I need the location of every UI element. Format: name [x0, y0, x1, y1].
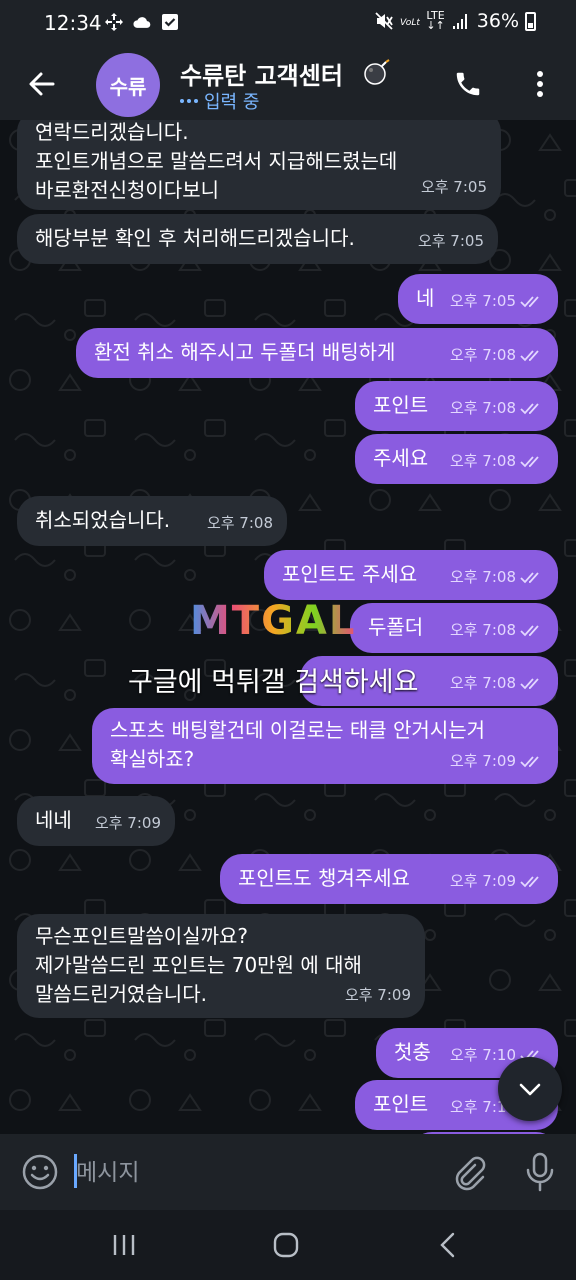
- message-time: 오후 7:08: [449, 452, 516, 470]
- message-time: 오후 7:05: [417, 232, 484, 250]
- emoji-icon[interactable]: [20, 1152, 60, 1192]
- lte-arrows: ↓↑: [426, 19, 445, 32]
- avatar[interactable]: 수류: [96, 53, 160, 117]
- message-text: 해당부분 확인 후 처리해드리겠습니다.: [35, 226, 355, 250]
- message-meta: 오후 7:09: [450, 867, 544, 896]
- arrow-left-icon: [29, 72, 55, 96]
- paperclip-icon[interactable]: [448, 1152, 488, 1192]
- double-check-icon: [520, 677, 539, 689]
- status-bar: 12:34 VoLte LTE ↓↑ 36%: [0, 0, 576, 48]
- bomb-icon: [364, 59, 390, 85]
- message-composer: [0, 1134, 576, 1210]
- message-time: 오후 7:05: [420, 178, 487, 196]
- message-meta: 오후 7:08: [450, 447, 544, 476]
- text-caret: [74, 1154, 77, 1188]
- message-meta: 오후 7:08: [450, 616, 544, 645]
- message-bubble[interactable]: 네 오후 7:05: [398, 274, 558, 324]
- message-time: 오후 7:08: [206, 514, 273, 532]
- message-time: 오후 7:08: [449, 674, 516, 692]
- svg-text:VoLte: VoLte: [400, 17, 420, 28]
- back-nav-button[interactable]: [428, 1228, 468, 1262]
- double-check-icon: [520, 875, 539, 887]
- message-bubble[interactable]: 주세요 오후 7:08: [355, 434, 558, 484]
- double-check-icon: [520, 624, 539, 636]
- message-meta: 오후 7:05: [450, 287, 544, 316]
- home-icon: [273, 1232, 299, 1258]
- message-time: 오후 7:08: [449, 621, 516, 639]
- nav-back-icon: [440, 1232, 455, 1258]
- more-options-button[interactable]: [520, 64, 560, 104]
- battery-percent: 36%: [476, 10, 519, 32]
- message-bubble[interactable]: 포인트도 챙겨주세요 오후 7:09: [220, 854, 558, 904]
- chevron-down-icon: [519, 1083, 541, 1096]
- status-right-icons: VoLte LTE ↓↑ 36%: [374, 10, 536, 32]
- message-time: 오후 7:08: [449, 399, 516, 417]
- double-check-icon: [520, 755, 539, 767]
- message-bubble[interactable]: 두폴더 오후 7:08: [350, 603, 558, 653]
- double-check-icon: [520, 455, 539, 467]
- message-bubble[interactable]: 연락드리겠습니다. 포인트개념으로 말씀드려서 지급해드렸는데 바로환전신청이다…: [17, 120, 501, 210]
- message-meta: 오후 7:05: [418, 227, 484, 256]
- message-bubble[interactable]: 스포츠 배팅할건데 이걸로는 태클 안거시는거 확실하죠? 오후 7:09: [92, 708, 558, 784]
- recent-apps-button[interactable]: [104, 1228, 144, 1262]
- message-bubble[interactable]: 네네 오후 7:09: [17, 796, 175, 846]
- cloud-icon: [133, 17, 151, 28]
- status-time: 12:34: [44, 11, 102, 35]
- message-bubble[interactable]: 포인트도 주세요 오후 7:08: [264, 550, 558, 600]
- message-time: 오후 7:09: [344, 986, 411, 1004]
- battery-icon: [525, 11, 536, 31]
- watermark-subtitle: 구글에 먹튀갤 검색하세요: [128, 667, 419, 698]
- call-button[interactable]: [448, 64, 488, 104]
- message-meta: 오후 7:08: [450, 669, 544, 698]
- message-text: 연락드리겠습니다. 포인트개념으로 말씀드려서 지급해드렸는데 바로환전신청이다…: [35, 120, 398, 202]
- message-bubble[interactable]: 해당부분 확인 후 처리해드리겠습니다. 오후 7:05: [17, 214, 498, 264]
- scroll-down-button[interactable]: [498, 1057, 562, 1121]
- recent-apps-icon: [113, 1235, 135, 1255]
- move-icon: [105, 13, 123, 31]
- message-meta: 오후 7:08: [450, 563, 544, 592]
- message-meta: 오후 7:08: [450, 394, 544, 423]
- home-button[interactable]: [266, 1228, 306, 1262]
- chat-header: 수류 수류탄 고객센터 입력 중: [0, 48, 576, 120]
- message-meta: 오후 7:09: [95, 809, 161, 838]
- message-time: 오후 7:08: [449, 568, 516, 586]
- message-meta: 오후 7:08: [207, 509, 273, 538]
- watermark-logo: MTGAL: [190, 598, 357, 644]
- message-meta: 오후 7:09: [450, 747, 544, 776]
- double-check-icon: [520, 402, 539, 414]
- system-navigation-bar: [0, 1210, 576, 1280]
- double-check-icon: [520, 571, 539, 583]
- message-time: 오후 7:08: [449, 346, 516, 364]
- check-box-icon: [162, 14, 178, 30]
- message-meta: 오후 7:09: [345, 981, 411, 1010]
- message-bubble[interactable]: 포인트 오후 7:08: [355, 381, 558, 431]
- mute-icon: [375, 12, 394, 30]
- typing-label: 입력 중: [204, 92, 260, 113]
- phone-icon: [456, 72, 480, 96]
- status-left-icons: [104, 12, 180, 32]
- message-time: 오후 7:09: [449, 752, 516, 770]
- double-check-icon: [520, 295, 539, 307]
- lte-indicator: LTE ↓↑: [426, 10, 445, 32]
- message-time: 오후 7:09: [94, 814, 161, 832]
- dots-vertical-icon: [537, 71, 543, 97]
- message-time: 오후 7:05: [449, 292, 516, 310]
- back-button[interactable]: [22, 64, 62, 104]
- message-bubble[interactable]: 환전 취소 해주시고 두폴더 배팅하게 오후 7:08: [76, 328, 558, 378]
- double-check-icon: [520, 349, 539, 361]
- message-meta: 오후 7:08: [450, 341, 544, 370]
- message-meta: 오후 7:05: [421, 173, 487, 202]
- volte-icon: VoLte: [400, 17, 420, 28]
- message-time: 오후 7:09: [449, 872, 516, 890]
- message-bubble[interactable]: 무슨포인트말씀이실까요? 제가말씀드린 포인트는 70만원 에 대해 말씀드린거…: [17, 914, 425, 1018]
- message-input[interactable]: [74, 1154, 438, 1192]
- message-bubble[interactable]: 취소되었습니다. 오후 7:08: [17, 496, 287, 546]
- microphone-icon[interactable]: [520, 1150, 560, 1194]
- typing-dots-icon: [180, 99, 198, 103]
- message-time: 오후 7:10: [449, 1046, 516, 1064]
- chat-title[interactable]: 수류탄 고객센터: [180, 56, 343, 91]
- signal-icon: [452, 14, 467, 29]
- typing-indicator: 입력 중: [180, 88, 259, 114]
